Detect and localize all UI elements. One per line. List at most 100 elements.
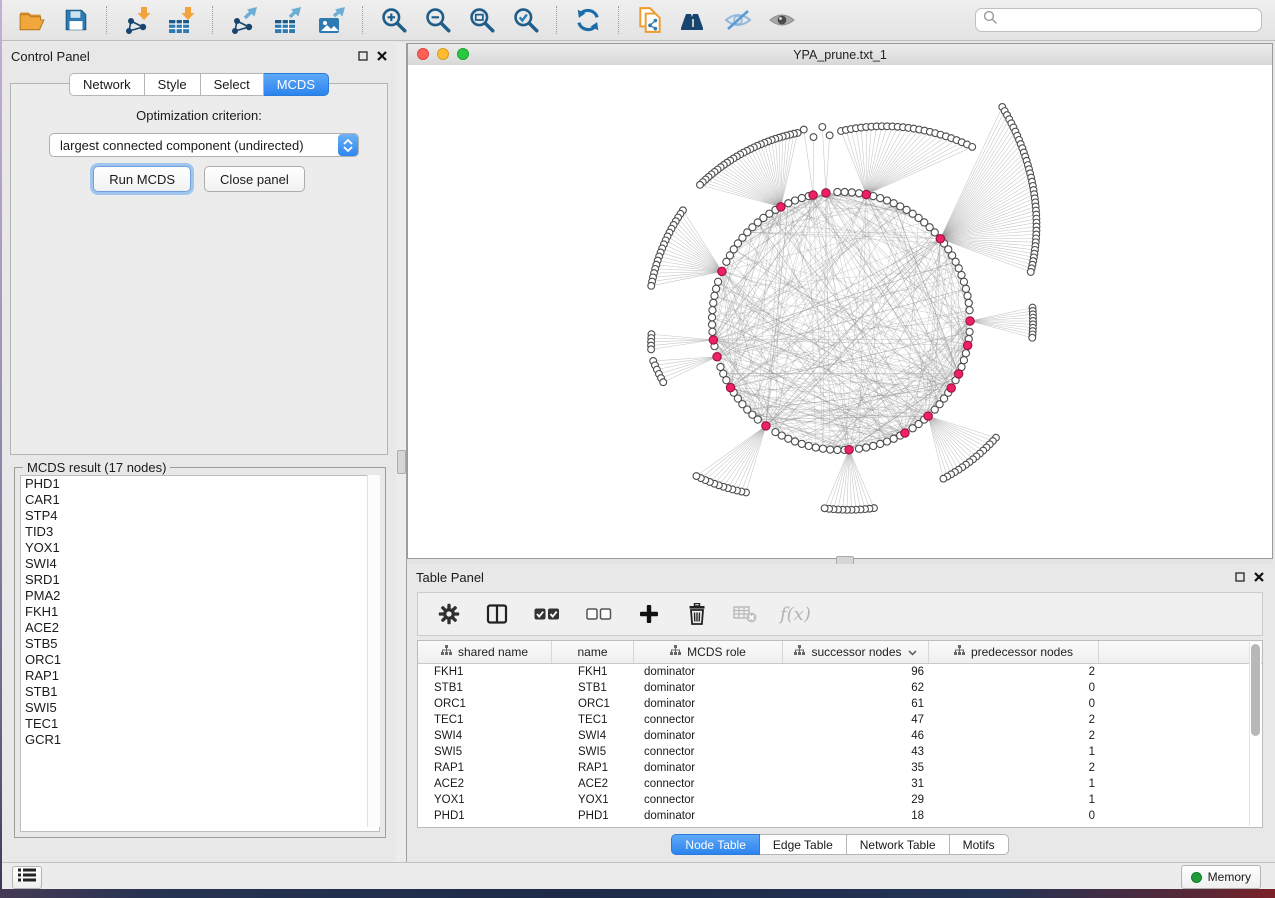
cell-name[interactable]: ORC1 <box>552 698 634 710</box>
cell-mcds_role[interactable]: dominator <box>634 698 783 710</box>
network-node[interactable] <box>712 285 719 292</box>
network-node[interactable] <box>966 307 973 314</box>
cell-mcds_role[interactable]: dominator <box>634 682 783 694</box>
cell-predecessor_nodes[interactable]: 1 <box>929 778 1099 790</box>
cell-successor_nodes[interactable]: 29 <box>783 794 929 806</box>
network-node[interactable] <box>958 271 965 278</box>
cell-mcds_role[interactable]: connector <box>634 778 783 790</box>
cell-name[interactable]: RAP1 <box>552 762 634 774</box>
cell-name[interactable]: SWI4 <box>552 730 634 742</box>
cell-shared_name[interactable]: SWI4 <box>418 730 552 742</box>
tab-network-table[interactable]: Network Table <box>847 834 950 855</box>
optimization-criterion-dropdown[interactable]: largest connected component (undirected) <box>49 133 359 157</box>
cell-predecessor_nodes[interactable]: 2 <box>929 666 1099 678</box>
table-scrollbar[interactable] <box>1249 642 1261 826</box>
refresh-icon[interactable] <box>572 5 604 35</box>
mcds-result-item[interactable]: ORC1 <box>21 652 379 668</box>
cell-predecessor_nodes[interactable]: 2 <box>929 730 1099 742</box>
cell-successor_nodes[interactable]: 96 <box>783 666 929 678</box>
network-node[interactable] <box>723 258 730 265</box>
network-leaf-node[interactable] <box>969 143 976 150</box>
column-header-successor-nodes[interactable]: successor nodes <box>783 641 929 663</box>
close-panel-icon[interactable] <box>1254 570 1264 585</box>
network-node[interactable] <box>863 444 870 451</box>
network-node[interactable] <box>791 438 798 445</box>
mcds-result-item[interactable]: SRD1 <box>21 572 379 588</box>
mcds-result-item[interactable]: STP4 <box>21 508 379 524</box>
network-mcds-hub-node[interactable] <box>924 412 932 420</box>
close-panel-button[interactable]: Close panel <box>204 166 305 192</box>
cell-shared_name[interactable]: STB1 <box>418 682 552 694</box>
gear-icon[interactable] <box>436 601 462 627</box>
add-icon[interactable] <box>636 601 662 627</box>
network-leaf-node[interactable] <box>940 475 947 482</box>
network-node[interactable] <box>965 299 972 306</box>
cell-successor_nodes[interactable]: 31 <box>783 778 929 790</box>
table-row[interactable]: RAP1RAP1dominator352 <box>418 760 1262 776</box>
network-leaf-node[interactable] <box>819 123 826 130</box>
network-node[interactable] <box>717 363 724 370</box>
mcds-result-item[interactable]: SWI5 <box>21 700 379 716</box>
mcds-list-scrollbar[interactable] <box>367 475 380 827</box>
export-network-icon[interactable] <box>228 5 260 35</box>
cell-predecessor_nodes[interactable]: 0 <box>929 698 1099 710</box>
network-node[interactable] <box>709 307 716 314</box>
network-node[interactable] <box>855 445 862 452</box>
network-mcds-hub-node[interactable] <box>762 422 770 430</box>
table-row[interactable]: FKH1FKH1dominator962 <box>418 664 1262 680</box>
network-node[interactable] <box>966 328 973 335</box>
network-node[interactable] <box>962 285 969 292</box>
zoom-fit-icon[interactable] <box>466 5 498 35</box>
network-node[interactable] <box>841 188 848 195</box>
panel-menu-button[interactable] <box>12 866 42 889</box>
network-node[interactable] <box>834 446 841 453</box>
deselect-all-icon[interactable] <box>584 601 614 627</box>
network-leaf-node[interactable] <box>697 181 704 188</box>
network-mcds-hub-node[interactable] <box>809 191 817 199</box>
network-mcds-hub-node[interactable] <box>936 235 944 243</box>
tab-select[interactable]: Select <box>201 73 264 96</box>
network-node[interactable] <box>877 440 884 447</box>
network-node[interactable] <box>785 435 792 442</box>
cell-shared_name[interactable]: TEC1 <box>418 714 552 726</box>
tab-node-table[interactable]: Node Table <box>671 834 760 855</box>
network-node[interactable] <box>870 442 877 449</box>
network-mcds-hub-node[interactable] <box>709 336 717 344</box>
mcds-result-item[interactable]: STB1 <box>21 684 379 700</box>
cell-name[interactable]: FKH1 <box>552 666 634 678</box>
table-row[interactable]: TEC1TEC1connector472 <box>418 712 1262 728</box>
network-node[interactable] <box>883 197 890 204</box>
cell-name[interactable]: TEC1 <box>552 714 634 726</box>
table-scrollbar-thumb[interactable] <box>1251 644 1260 736</box>
network-mcds-hub-node[interactable] <box>963 341 971 349</box>
network-mcds-hub-node[interactable] <box>718 267 726 275</box>
cell-predecessor_nodes[interactable]: 1 <box>929 794 1099 806</box>
mcds-result-item[interactable]: CAR1 <box>21 492 379 508</box>
mcds-result-item[interactable]: ACE2 <box>21 620 379 636</box>
binoculars-icon[interactable] <box>678 5 710 35</box>
mcds-result-item[interactable]: SWI4 <box>21 556 379 572</box>
cell-predecessor_nodes[interactable]: 0 <box>929 810 1099 822</box>
network-mcds-hub-node[interactable] <box>901 429 909 437</box>
network-leaf-node[interactable] <box>660 379 667 386</box>
network-mcds-hub-node[interactable] <box>845 446 853 454</box>
cell-successor_nodes[interactable]: 46 <box>783 730 929 742</box>
network-node[interactable] <box>827 446 834 453</box>
network-node[interactable] <box>791 197 798 204</box>
select-all-icon[interactable] <box>532 601 562 627</box>
network-mcds-hub-node[interactable] <box>822 189 830 197</box>
cell-name[interactable]: SWI5 <box>552 746 634 758</box>
table-row[interactable]: SWI5SWI5connector431 <box>418 744 1262 760</box>
cell-mcds_role[interactable]: connector <box>634 794 783 806</box>
float-panel-icon[interactable] <box>358 49 368 64</box>
network-leaf-node[interactable] <box>821 505 828 512</box>
mcds-result-item[interactable]: STB5 <box>21 636 379 652</box>
mcds-result-item[interactable]: YOX1 <box>21 540 379 556</box>
table-row[interactable]: STB1STB1dominator620 <box>418 680 1262 696</box>
table-row[interactable]: ORC1ORC1dominator610 <box>418 696 1262 712</box>
cell-shared_name[interactable]: SWI5 <box>418 746 552 758</box>
cell-shared_name[interactable]: ACE2 <box>418 778 552 790</box>
cell-mcds_role[interactable]: dominator <box>634 762 783 774</box>
network-mcds-hub-node[interactable] <box>954 370 962 378</box>
network-mcds-hub-node[interactable] <box>777 203 785 211</box>
